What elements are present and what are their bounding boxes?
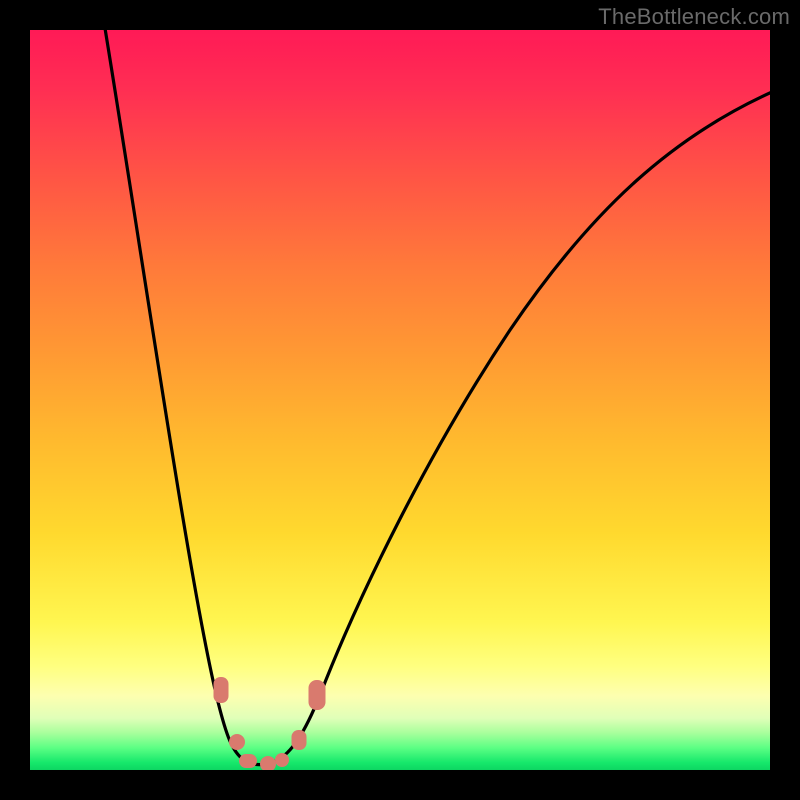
chart-svg (30, 30, 770, 770)
marker-left-upper (214, 677, 229, 703)
marker-bottom-3 (275, 753, 289, 767)
marker-left-dot (229, 734, 245, 750)
marker-bottom-1 (239, 754, 257, 768)
marker-bottom-2 (260, 756, 276, 770)
plot-frame (30, 30, 770, 770)
bottleneck-curve (102, 30, 770, 765)
marker-right-lower (292, 730, 307, 750)
marker-right-upper (309, 680, 326, 710)
watermark-text: TheBottleneck.com (598, 4, 790, 30)
